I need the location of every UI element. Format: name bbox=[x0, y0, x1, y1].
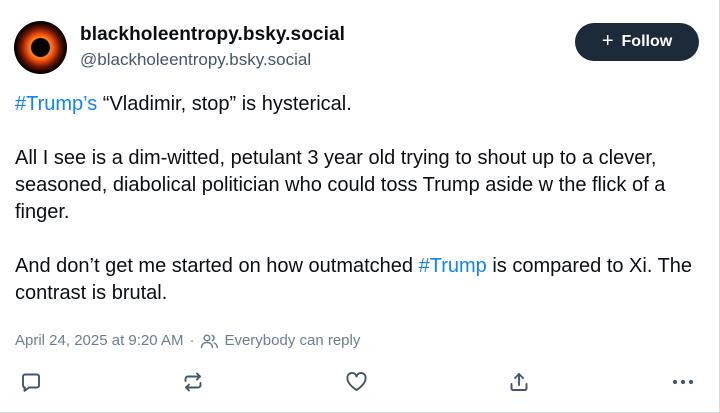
post-text: #Trump’s “Vladimir, stop” is hysterical.… bbox=[15, 91, 705, 307]
reply-button[interactable] bbox=[19, 370, 43, 394]
author-display-name[interactable]: blackholeentropy.bsky.social bbox=[80, 24, 345, 46]
paragraph-text: And don’t get me started on how outmatch… bbox=[15, 255, 419, 277]
people-icon bbox=[201, 334, 219, 348]
like-icon bbox=[345, 372, 367, 391]
follow-label: Follow bbox=[621, 33, 673, 50]
follow-button[interactable]: + Follow bbox=[575, 23, 699, 61]
paragraph-text: “Vladimir, stop” is hysterical. bbox=[97, 93, 352, 115]
plus-icon: + bbox=[601, 30, 614, 52]
post-header: blackholeentropy.bsky.social @blackholee… bbox=[14, 18, 699, 74]
like-button[interactable] bbox=[344, 370, 368, 394]
repost-icon bbox=[184, 372, 202, 392]
hashtag-link[interactable]: #Trump bbox=[419, 255, 487, 277]
meta-separator: · bbox=[189, 332, 195, 349]
reply-icon bbox=[22, 373, 40, 392]
more-icon bbox=[672, 379, 694, 385]
author-handle[interactable]: @blackholeentropy.bsky.social bbox=[80, 49, 345, 71]
post-actions bbox=[19, 370, 695, 394]
post-paragraph-2: All I see is a dim-witted, petulant 3 ye… bbox=[15, 147, 666, 223]
avatar[interactable] bbox=[14, 21, 67, 74]
post-timestamp[interactable]: April 24, 2025 at 9:20 AM bbox=[15, 332, 183, 349]
more-options-button[interactable] bbox=[671, 370, 695, 394]
hashtag-link[interactable]: #Trump’s bbox=[15, 93, 97, 115]
author-names: blackholeentropy.bsky.social @blackholee… bbox=[80, 24, 345, 71]
post-meta: April 24, 2025 at 9:20 AM · Everybody ca… bbox=[15, 332, 360, 349]
share-button[interactable] bbox=[507, 370, 531, 394]
post-paragraph-1: #Trump’s “Vladimir, stop” is hysterical. bbox=[15, 91, 705, 118]
reply-setting[interactable]: Everybody can reply bbox=[224, 332, 360, 349]
post-card: blackholeentropy.bsky.social @blackholee… bbox=[0, 0, 720, 413]
repost-button[interactable] bbox=[181, 370, 205, 394]
post-paragraph-3: And don’t get me started on how outmatch… bbox=[15, 253, 705, 307]
share-icon bbox=[510, 373, 528, 391]
